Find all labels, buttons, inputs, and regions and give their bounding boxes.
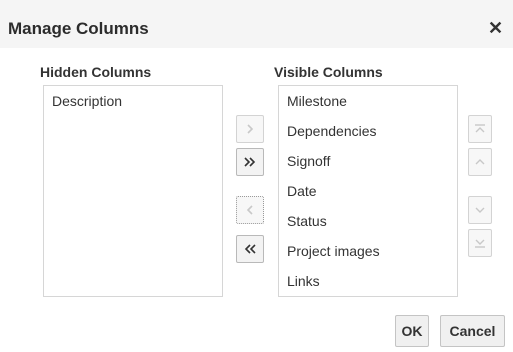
move-down-button[interactable]: [468, 196, 492, 224]
move-left-icon: [246, 205, 253, 215]
hidden-columns-list[interactable]: Description: [43, 85, 223, 297]
move-all-left-icon: [244, 244, 256, 254]
move-down-icon: [475, 207, 485, 213]
move-up-button[interactable]: [468, 148, 492, 176]
move-all-right-icon: [244, 157, 256, 167]
list-item[interactable]: Project images: [279, 236, 457, 266]
list-item[interactable]: Links: [279, 266, 457, 296]
move-top-icon: [475, 124, 485, 133]
move-left-button[interactable]: [236, 196, 264, 224]
list-item[interactable]: Status: [279, 206, 457, 236]
list-item[interactable]: Dependencies: [279, 116, 457, 146]
move-right-icon: [247, 124, 254, 134]
ok-button[interactable]: OK: [395, 315, 429, 347]
move-right-button[interactable]: [236, 115, 264, 143]
hidden-columns-label: Hidden Columns: [40, 64, 152, 80]
close-icon[interactable]: ✕: [488, 18, 503, 38]
cancel-button[interactable]: Cancel: [440, 315, 505, 347]
move-bottom-button[interactable]: [468, 229, 492, 257]
visible-columns-label: Visible Columns: [274, 64, 383, 80]
visible-columns-list[interactable]: Milestone Dependencies Signoff Date Stat…: [278, 85, 458, 297]
list-item[interactable]: Date: [279, 176, 457, 206]
move-all-right-button[interactable]: [236, 148, 264, 176]
move-bottom-icon: [475, 239, 485, 248]
move-top-button[interactable]: [468, 115, 492, 143]
list-item[interactable]: Signoff: [279, 146, 457, 176]
move-all-left-button[interactable]: [236, 235, 264, 263]
list-item[interactable]: Milestone: [279, 86, 457, 116]
move-up-icon: [475, 159, 485, 165]
list-item[interactable]: Description: [44, 86, 222, 116]
dialog-title: Manage Columns: [8, 19, 149, 38]
